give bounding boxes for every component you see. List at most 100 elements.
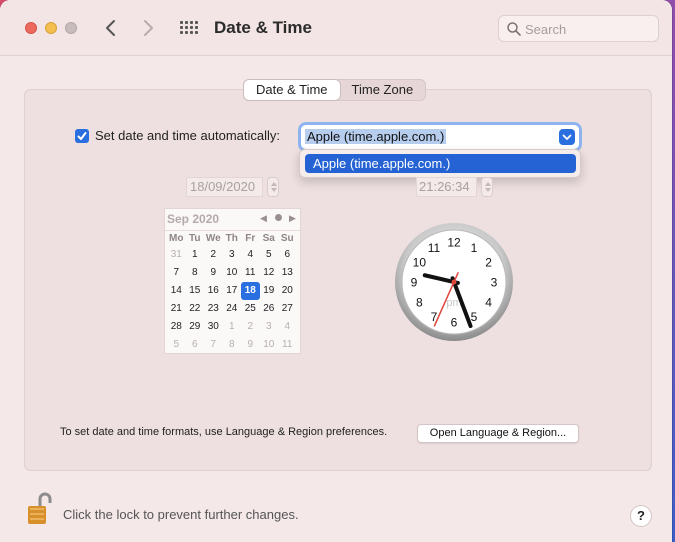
calendar-day[interactable]: 30 [204, 318, 223, 336]
calendar-day[interactable]: 13 [278, 264, 297, 282]
calendar-weekday: We [205, 233, 221, 244]
calendar-day[interactable]: 15 [186, 282, 205, 300]
close-window-button[interactable] [25, 22, 37, 34]
show-all-grid-icon[interactable] [180, 21, 198, 35]
window-title: Date & Time [214, 18, 312, 37]
calendar: Sep 2020 ◀ ▶ Mo Tu We Th Fr Sa Su 31 1 2 3 4 5 6 7 8 9 10… [164, 208, 301, 354]
clock-numeral: 6 [451, 316, 458, 330]
back-button[interactable] [100, 16, 122, 40]
minimize-window-button[interactable] [45, 22, 57, 34]
clock-numeral: 2 [485, 256, 492, 270]
analog-clock: pm12 1234567891011 [395, 223, 513, 341]
clock-numeral: 9 [411, 276, 418, 290]
calendar-day[interactable]: 5 [167, 336, 186, 354]
dropdown-option-apple[interactable]: Apple (time.apple.com.) [305, 154, 576, 173]
time-server-value[interactable]: Apple (time.apple.com.) [305, 129, 447, 144]
calendar-day[interactable]: 3 [260, 318, 279, 336]
calendar-day[interactable]: 28 [167, 318, 186, 336]
calendar-weekday: Su [280, 233, 294, 244]
time-server-combobox[interactable]: Apple (time.apple.com.) [301, 125, 579, 149]
calendar-day[interactable]: 25 [241, 300, 260, 318]
clock-numeral: 1 [471, 241, 478, 255]
calendar-day[interactable]: 4 [241, 246, 260, 264]
search-box[interactable] [498, 15, 659, 42]
calendar-day[interactable]: 8 [186, 264, 205, 282]
calendar-day[interactable]: 1 [186, 246, 205, 264]
time-stepper[interactable] [481, 177, 493, 197]
checkmark-icon [77, 132, 87, 140]
time-server-dropdown: Apple (time.apple.com.) [299, 149, 581, 178]
chevron-left-icon [106, 20, 115, 36]
calendar-grid: Mo Tu We Th Fr Sa Su 31 1 2 3 4 5 6 7 8 9 10 11 12 13 14 15 16 1… [167, 231, 297, 354]
calendar-day[interactable]: 11 [278, 336, 297, 354]
calendar-day[interactable]: 2 [241, 318, 260, 336]
formats-hint: To set date and time formats, use Langua… [60, 426, 388, 438]
calendar-day[interactable]: 14 [167, 282, 186, 300]
clock-numeral: 10 [413, 256, 427, 270]
calendar-day[interactable]: 27 [278, 300, 297, 318]
clock-numeral: 12 [447, 236, 461, 250]
clock-numeral: 5 [471, 310, 478, 324]
forward-button[interactable] [137, 16, 159, 40]
calendar-day[interactable]: 9 [204, 264, 223, 282]
chevron-down-icon[interactable] [559, 129, 575, 145]
calendar-day[interactable]: 16 [204, 282, 223, 300]
calendar-day[interactable]: 12 [260, 264, 279, 282]
open-language-region-button[interactable]: Open Language & Region... [417, 424, 579, 443]
tab-date-time[interactable]: Date & Time [244, 80, 340, 100]
auto-time-checkbox[interactable] [75, 129, 89, 143]
calendar-day[interactable]: 11 [241, 264, 260, 282]
search-icon [507, 22, 521, 36]
preferences-window: Date & Time Date & Time Time Zone Set da… [0, 0, 672, 542]
calendar-day[interactable]: 29 [186, 318, 205, 336]
calendar-day[interactable]: 23 [204, 300, 223, 318]
calendar-weekday: Sa [262, 233, 275, 244]
calendar-day[interactable]: 19 [260, 282, 279, 300]
date-stepper[interactable] [267, 177, 279, 197]
clock-numeral: 8 [416, 296, 423, 310]
calendar-day[interactable]: 7 [204, 336, 223, 354]
calendar-day[interactable]: 9 [241, 336, 260, 354]
previous-month-icon[interactable]: ◀ [260, 213, 267, 224]
calendar-day[interactable]: 2 [204, 246, 223, 264]
lock-hint-label: Click the lock to prevent further change… [63, 507, 299, 522]
calendar-day[interactable]: 6 [186, 336, 205, 354]
auto-time-label: Set date and time automatically: [95, 128, 280, 143]
date-field[interactable]: 18/09/2020 [186, 177, 263, 197]
clock-numeral: 3 [491, 276, 498, 290]
zoom-window-button[interactable] [65, 22, 77, 34]
next-month-icon[interactable]: ▶ [289, 213, 296, 224]
calendar-weekday: Mo [169, 233, 184, 244]
calendar-day[interactable]: 3 [223, 246, 242, 264]
calendar-day[interactable]: 5 [260, 246, 279, 264]
calendar-day[interactable]: 6 [278, 246, 297, 264]
calendar-day[interactable]: 20 [278, 282, 297, 300]
calendar-day[interactable]: 17 [223, 282, 242, 300]
calendar-day[interactable]: 7 [167, 264, 186, 282]
calendar-day[interactable]: 24 [223, 300, 242, 318]
calendar-day[interactable]: 26 [260, 300, 279, 318]
calendar-day[interactable]: 4 [278, 318, 297, 336]
calendar-month-label: Sep 2020 [167, 212, 220, 226]
time-field[interactable]: 21:26:34 [416, 177, 477, 197]
calendar-day[interactable]: 22 [186, 300, 205, 318]
calendar-day[interactable]: 18 [241, 282, 260, 300]
calendar-day[interactable]: 10 [260, 336, 279, 354]
clock-center-pin [451, 279, 457, 285]
calendar-weekday: Th [225, 233, 238, 244]
calendar-weekday: Fr [245, 233, 256, 244]
calendar-day[interactable]: 10 [223, 264, 242, 282]
calendar-day[interactable]: 8 [223, 336, 242, 354]
calendar-day[interactable]: 21 [167, 300, 186, 318]
calendar-day[interactable]: 1 [223, 318, 242, 336]
chevron-right-icon [144, 20, 153, 36]
today-dot-icon[interactable] [275, 214, 282, 221]
clock-numeral: 11 [428, 241, 441, 255]
calendar-day[interactable]: 31 [167, 246, 186, 264]
search-input[interactable] [525, 20, 653, 38]
unlocked-lock-icon[interactable] [26, 492, 52, 526]
title-bar: Date & Time [0, 0, 672, 56]
help-button[interactable]: ? [630, 505, 652, 527]
tab-bar: Date & Time Time Zone [243, 79, 427, 101]
tab-time-zone[interactable]: Time Zone [340, 80, 426, 100]
